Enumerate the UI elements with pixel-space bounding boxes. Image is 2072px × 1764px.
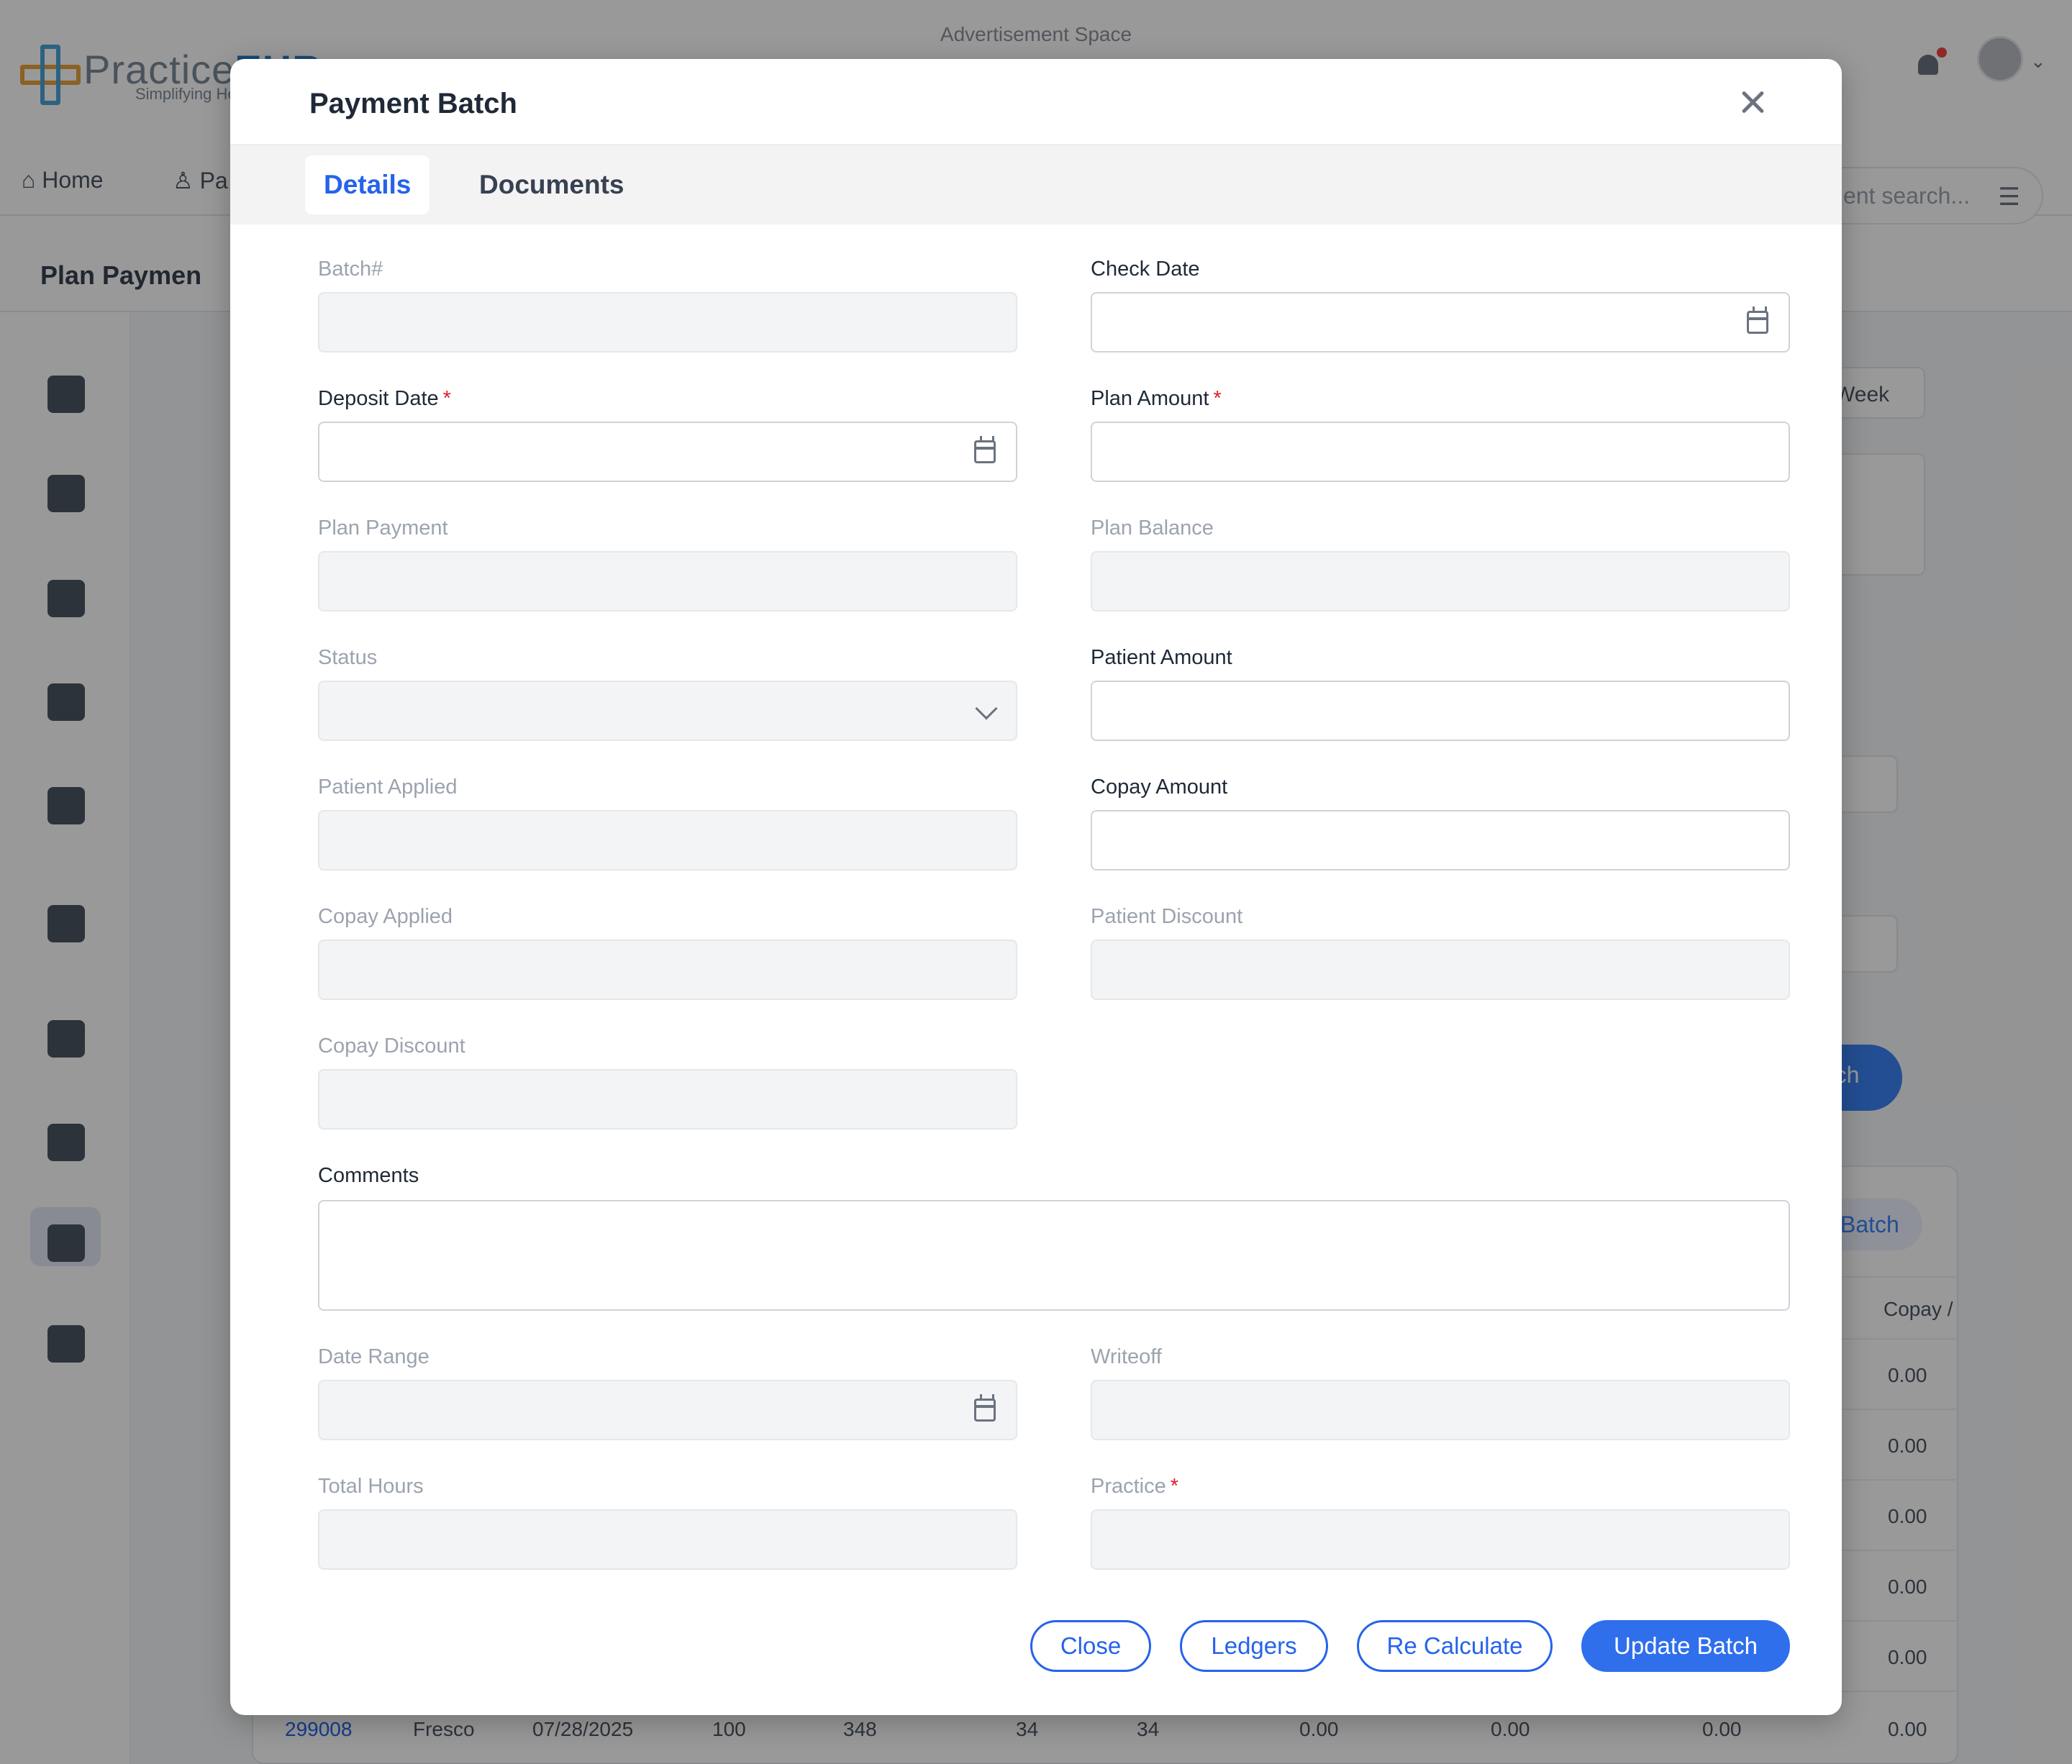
patient-applied-label: Patient Applied xyxy=(318,776,458,799)
date-range-field xyxy=(318,1380,1017,1440)
check-date-input[interactable] xyxy=(1092,294,1789,351)
patient-discount-field xyxy=(1091,940,1790,1000)
calendar-icon xyxy=(974,1394,996,1422)
writeoff-input xyxy=(1092,1381,1789,1439)
plan-amount-input[interactable] xyxy=(1092,423,1789,481)
copay-amount-input[interactable] xyxy=(1092,811,1789,869)
practice-label: Practice * xyxy=(1091,1475,1179,1498)
deposit-date-label: Deposit Date * xyxy=(318,387,451,410)
writeoff-label: Writeoff xyxy=(1091,1345,1162,1368)
payment-batch-modal: Payment Batch Details Documents Batch# C… xyxy=(230,59,1842,1715)
patient-amount-field[interactable] xyxy=(1091,681,1790,741)
modal-tabs: Details Documents xyxy=(230,145,1842,224)
comments-textarea[interactable] xyxy=(319,1201,1789,1309)
close-icon[interactable] xyxy=(1737,86,1768,118)
close-button[interactable]: Close xyxy=(1030,1620,1151,1672)
batch-no-field xyxy=(318,292,1017,353)
writeoff-field xyxy=(1091,1380,1790,1440)
copay-discount-input xyxy=(319,1070,1016,1128)
copay-applied-field xyxy=(318,940,1017,1000)
status-select xyxy=(318,681,1017,741)
batch-no-input xyxy=(319,294,1016,351)
plan-balance-input xyxy=(1092,553,1789,610)
modal-title: Payment Batch xyxy=(309,88,517,119)
copay-discount-label: Copay Discount xyxy=(318,1035,465,1058)
total-hours-field xyxy=(318,1509,1017,1570)
calendar-icon[interactable] xyxy=(1747,306,1768,334)
copay-applied-input xyxy=(319,941,1016,999)
status-value xyxy=(319,682,1016,740)
patient-applied-field xyxy=(318,810,1017,870)
plan-amount-label: Plan Amount * xyxy=(1091,387,1222,410)
deposit-date-input[interactable] xyxy=(319,423,1016,481)
ledgers-button[interactable]: Ledgers xyxy=(1180,1620,1328,1672)
patient-amount-input[interactable] xyxy=(1092,682,1789,740)
copay-amount-field[interactable] xyxy=(1091,810,1790,870)
recalculate-button[interactable]: Re Calculate xyxy=(1357,1620,1553,1672)
tab-documents[interactable]: Documents xyxy=(460,155,642,214)
practice-input xyxy=(1092,1511,1789,1568)
patient-discount-input xyxy=(1092,941,1789,999)
modal-header: Payment Batch xyxy=(230,59,1842,145)
plan-payment-label: Plan Payment xyxy=(318,517,448,540)
total-hours-input xyxy=(319,1511,1016,1568)
plan-balance-label: Plan Balance xyxy=(1091,517,1214,540)
date-range-label: Date Range xyxy=(318,1345,430,1368)
update-batch-button[interactable]: Update Batch xyxy=(1581,1620,1790,1672)
copay-amount-label: Copay Amount xyxy=(1091,776,1228,799)
plan-balance-field xyxy=(1091,551,1790,612)
calendar-icon[interactable] xyxy=(974,436,996,463)
patient-applied-input xyxy=(319,811,1016,869)
plan-payment-field xyxy=(318,551,1017,612)
check-date-label: Check Date xyxy=(1091,258,1200,281)
copay-discount-field xyxy=(318,1069,1017,1129)
plan-payment-input xyxy=(319,553,1016,610)
practice-field xyxy=(1091,1509,1790,1570)
plan-amount-field[interactable] xyxy=(1091,422,1790,482)
batch-no-label: Batch# xyxy=(318,258,383,281)
check-date-field[interactable] xyxy=(1091,292,1790,353)
comments-label: Comments xyxy=(318,1164,419,1187)
deposit-date-field[interactable] xyxy=(318,422,1017,482)
tab-details[interactable]: Details xyxy=(305,155,430,214)
comments-field[interactable] xyxy=(318,1200,1790,1311)
copay-applied-label: Copay Applied xyxy=(318,905,453,928)
status-label: Status xyxy=(318,646,378,669)
patient-amount-label: Patient Amount xyxy=(1091,646,1232,669)
patient-discount-label: Patient Discount xyxy=(1091,905,1243,928)
date-range-input xyxy=(319,1381,1016,1439)
total-hours-label: Total Hours xyxy=(318,1475,424,1498)
